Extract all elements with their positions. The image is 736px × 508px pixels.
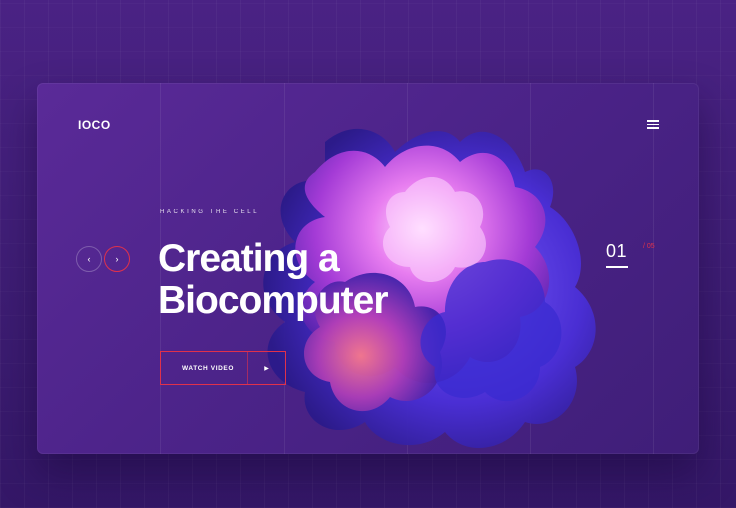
slide-counter-current: 01 xyxy=(606,241,628,261)
watch-video-button[interactable]: WATCH VIDEO ▶ xyxy=(160,351,286,385)
slider-prev-button[interactable]: ‹ xyxy=(76,246,102,272)
chevron-right-icon: › xyxy=(115,254,119,264)
hero-headline: Creating a Biocomputer xyxy=(158,238,418,322)
slide-counter-total: / 05 xyxy=(643,243,655,250)
brand-logo[interactable]: IOCO xyxy=(78,118,111,132)
hero-eyebrow: HACKING THE CELL xyxy=(160,209,260,215)
chevron-left-icon: ‹ xyxy=(87,254,91,264)
slider-next-button[interactable]: › xyxy=(104,246,130,272)
watch-video-label: WATCH VIDEO xyxy=(182,364,234,372)
headline-line-1: Creating a xyxy=(158,237,340,280)
play-icon: ▶ xyxy=(247,352,285,384)
headline-line-2: Biocomputer xyxy=(158,279,389,322)
slide-counter-underline xyxy=(606,266,628,268)
hamburger-menu-icon[interactable] xyxy=(647,120,659,130)
